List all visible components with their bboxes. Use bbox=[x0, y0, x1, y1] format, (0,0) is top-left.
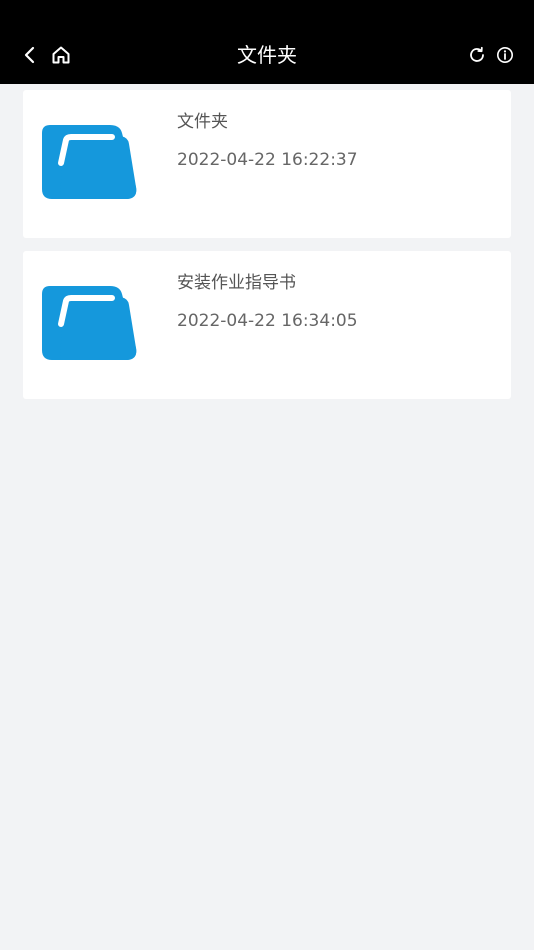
folder-list: 文件夹 2022-04-22 16:22:37 安装作业指导书 2022-04-… bbox=[23, 90, 511, 412]
item-name: 文件夹 bbox=[177, 112, 228, 132]
folder-icon bbox=[42, 286, 137, 360]
page-title: 文件夹 bbox=[237, 43, 297, 67]
refresh-button[interactable] bbox=[464, 42, 490, 68]
item-date: 2022-04-22 16:34:05 bbox=[177, 311, 358, 331]
refresh-icon bbox=[470, 46, 484, 62]
item-date: 2022-04-22 16:22:37 bbox=[177, 150, 358, 170]
folder-icon bbox=[42, 125, 137, 199]
list-item[interactable]: 文件夹 2022-04-22 16:22:37 bbox=[23, 90, 511, 238]
item-name: 安装作业指导书 bbox=[177, 273, 296, 293]
list-item[interactable]: 安装作业指导书 2022-04-22 16:34:05 bbox=[23, 251, 511, 399]
info-button[interactable] bbox=[492, 42, 518, 68]
app-header: 文件夹 bbox=[0, 0, 534, 84]
info-icon bbox=[497, 47, 513, 63]
